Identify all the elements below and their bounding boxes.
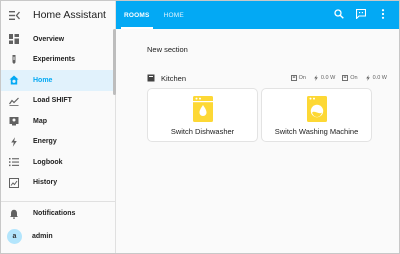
map-icon xyxy=(9,116,19,126)
sidebar-item-energy[interactable]: Energy xyxy=(1,132,113,153)
history-chart-icon xyxy=(9,177,19,188)
tile-card-dishwasher[interactable]: Switch Dishwasher xyxy=(147,88,258,142)
sidebar-item-label: Notifications xyxy=(33,210,76,217)
avatar: a xyxy=(7,229,22,244)
chart-line-icon xyxy=(9,96,19,106)
list-icon xyxy=(9,157,19,167)
dishwasher-icon xyxy=(192,96,213,122)
tile-card-washing-machine[interactable]: Switch Washing Machine xyxy=(261,88,372,142)
stat-power-2: 0.0 W xyxy=(365,75,387,81)
stat-power-1: 0.0 W xyxy=(313,75,335,81)
sidebar-item-label: admin xyxy=(32,233,53,240)
search-icon xyxy=(334,6,344,24)
section-title: New section xyxy=(147,45,188,54)
sidebar-nav: Overview Experiments Home Load SHIFT Map… xyxy=(1,29,113,193)
stat-switch-2: On xyxy=(342,75,358,81)
sidebar-item-overview[interactable]: Overview xyxy=(1,29,113,50)
sidebar-item-label: Map xyxy=(33,117,47,125)
top-actions xyxy=(328,1,394,29)
more-vert-icon xyxy=(381,6,385,24)
bell-icon xyxy=(9,209,19,219)
assist-button[interactable] xyxy=(350,1,372,29)
dashboard-view: New section Kitchen On 0.0 W On 0.0 W Sw… xyxy=(116,29,399,253)
sidebar-item-label: Overview xyxy=(33,35,65,43)
sidebar-item-label: Energy xyxy=(33,138,57,146)
search-button[interactable] xyxy=(328,1,350,29)
overview-icon xyxy=(9,34,19,45)
area-icon xyxy=(147,74,156,83)
tile-label: Switch Washing Machine xyxy=(274,127,359,136)
sidebar-item-label: History xyxy=(33,179,58,187)
tab-home[interactable]: HOME xyxy=(157,1,191,29)
app-title: Home Assistant xyxy=(33,9,106,21)
sidebar-item-experiments[interactable]: Experiments xyxy=(1,50,113,71)
menu-icon[interactable] xyxy=(9,10,20,21)
assist-icon xyxy=(355,6,367,24)
sidebar-item-map[interactable]: Map xyxy=(1,111,113,132)
tab-rooms[interactable]: ROOMS xyxy=(117,1,157,29)
area-stats: On 0.0 W On 0.0 W xyxy=(284,73,387,83)
sidebar: Home Assistant Overview Experiments Home xyxy=(1,1,116,253)
sidebar-item-label: Experiments xyxy=(33,56,76,64)
sidebar-header: Home Assistant xyxy=(1,1,115,29)
sidebar-item-home[interactable]: Home xyxy=(1,70,113,91)
switch-icon xyxy=(342,75,349,81)
sidebar-item-profile[interactable]: a admin xyxy=(1,225,116,248)
sidebar-item-history[interactable]: History xyxy=(1,173,113,194)
stat-switch-1: On xyxy=(290,75,306,81)
area-title[interactable]: Kitchen xyxy=(147,74,186,83)
area-header: Kitchen On 0.0 W On 0.0 W xyxy=(147,73,387,83)
more-options-button[interactable] xyxy=(372,1,394,29)
top-app-bar: ROOMS HOME xyxy=(116,1,399,29)
washing-machine-icon xyxy=(306,96,327,122)
sidebar-item-label: Load SHIFT xyxy=(33,97,72,105)
tile-label: Switch Dishwasher xyxy=(170,127,235,136)
sidebar-item-label: Logbook xyxy=(33,158,63,166)
switch-icon xyxy=(290,75,297,81)
sidebar-item-label: Home xyxy=(33,76,53,84)
sidebar-item-load-shift[interactable]: Load SHIFT xyxy=(1,91,113,112)
home-icon xyxy=(9,75,19,85)
area-name: Kitchen xyxy=(161,73,187,83)
lightning-icon xyxy=(9,137,19,147)
flask-icon xyxy=(9,54,19,65)
sidebar-item-logbook[interactable]: Logbook xyxy=(1,152,113,173)
sidebar-bottom: Notifications a admin xyxy=(1,201,116,248)
sidebar-item-notifications[interactable]: Notifications xyxy=(1,202,116,225)
app-window: Home Assistant Overview Experiments Home xyxy=(0,0,400,254)
power-icon xyxy=(313,75,319,81)
power-icon xyxy=(365,75,371,81)
